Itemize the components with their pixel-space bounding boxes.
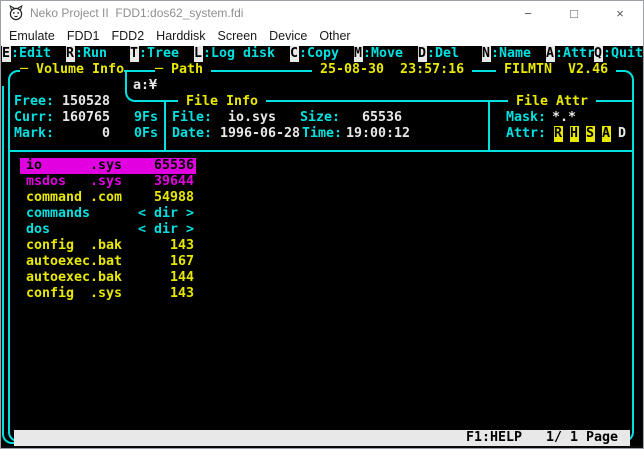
volume-info-title: ─ Volume Info bbox=[20, 62, 124, 78]
hotkey-label: :Copy bbox=[299, 46, 339, 61]
menu-bar: Emulate FDD1 FDD2 Harddisk Screen Device Other bbox=[1, 25, 643, 46]
emulated-screen: E:Edit R:Run T:Tree L:Log disk C:Copy M:Move D… bbox=[2, 46, 642, 446]
hotkey-label: :Name bbox=[491, 46, 531, 61]
close-button[interactable]: × bbox=[597, 1, 643, 25]
datetime: 25-08-30 23:57:16 bbox=[312, 62, 472, 78]
hotkey-letter: D bbox=[418, 46, 427, 62]
menu-item-fdd2[interactable]: FDD2 bbox=[112, 29, 145, 43]
hotkey-label: :Run bbox=[75, 46, 107, 61]
neko-cat-icon bbox=[8, 5, 24, 21]
hotkey-label: :Attr bbox=[555, 46, 595, 61]
file-attr-title: File Attr bbox=[508, 94, 596, 110]
hotkey-attr[interactable]: A:Attr bbox=[546, 46, 595, 62]
hotkey-label: :Tree bbox=[139, 46, 179, 61]
hotkey-label: :Quit bbox=[603, 46, 642, 61]
menu-item-device[interactable]: Device bbox=[269, 29, 307, 43]
minimize-button[interactable]: − bbox=[505, 1, 551, 25]
title-bar[interactable]: Neko Project II FDD1:dos62_system.fdi − … bbox=[1, 1, 643, 25]
file-info-title: File Info bbox=[178, 94, 266, 110]
hotkey-log-disk[interactable]: L:Log disk bbox=[194, 46, 275, 62]
volume-divider bbox=[164, 102, 166, 152]
window-title: Neko Project II FDD1:dos62_system.fdi bbox=[30, 6, 243, 20]
menu-item-fdd1[interactable]: FDD1 bbox=[67, 29, 100, 43]
help-hint: F1:HELP bbox=[466, 430, 522, 446]
hotkey-move[interactable]: M:Move bbox=[354, 46, 403, 62]
hotkey-letter: C bbox=[290, 46, 299, 62]
hotkey-copy[interactable]: C:Copy bbox=[290, 46, 339, 62]
outer-left-curve bbox=[2, 418, 14, 444]
hotkey-label: :Log disk bbox=[203, 46, 275, 61]
hotkey-edit[interactable]: E:Edit bbox=[2, 46, 51, 62]
menu-item-other[interactable]: Other bbox=[319, 29, 350, 43]
hotkey-del[interactable]: D:Del bbox=[418, 46, 459, 62]
hotkey-letter: Q bbox=[594, 46, 603, 62]
status-bar: F1:HELP 1/ 1 Page bbox=[14, 430, 630, 446]
main-frame bbox=[8, 70, 634, 442]
attr-divider bbox=[488, 102, 490, 152]
header-bottom-line bbox=[10, 150, 634, 152]
hotkey-run[interactable]: R:Run bbox=[66, 46, 107, 62]
hotkey-letter: M bbox=[354, 46, 363, 62]
menu-item-harddisk[interactable]: Harddisk bbox=[156, 29, 205, 43]
hotkey-label: :Edit bbox=[11, 46, 51, 61]
outer-left-line bbox=[2, 86, 4, 422]
page-indicator: 1/ 1 Page bbox=[546, 430, 618, 446]
hotkey-letter: T bbox=[130, 46, 139, 62]
hotkey-letter: L bbox=[194, 46, 203, 62]
hotkey-name[interactable]: N:Name bbox=[482, 46, 531, 62]
hotkey-letter: A bbox=[546, 46, 555, 62]
hotkey-letter: R bbox=[66, 46, 75, 62]
hotkey-label: :Del bbox=[427, 46, 459, 61]
hotkey-quit[interactable]: Q:Quit bbox=[594, 46, 642, 62]
menu-item-emulate[interactable]: Emulate bbox=[9, 29, 55, 43]
app-version: FILMTN V2.46 bbox=[496, 62, 616, 78]
hotkey-tree[interactable]: T:Tree bbox=[130, 46, 179, 62]
hotkey-letter: N bbox=[482, 46, 491, 62]
hotkey-letter: E bbox=[2, 46, 11, 62]
hotkey-label: :Move bbox=[363, 46, 403, 61]
menu-item-screen[interactable]: Screen bbox=[218, 29, 258, 43]
emulator-window: Neko Project II FDD1:dos62_system.fdi − … bbox=[0, 0, 644, 449]
path-title: ─ Path bbox=[155, 62, 211, 78]
maximize-button[interactable]: □ bbox=[551, 1, 597, 25]
